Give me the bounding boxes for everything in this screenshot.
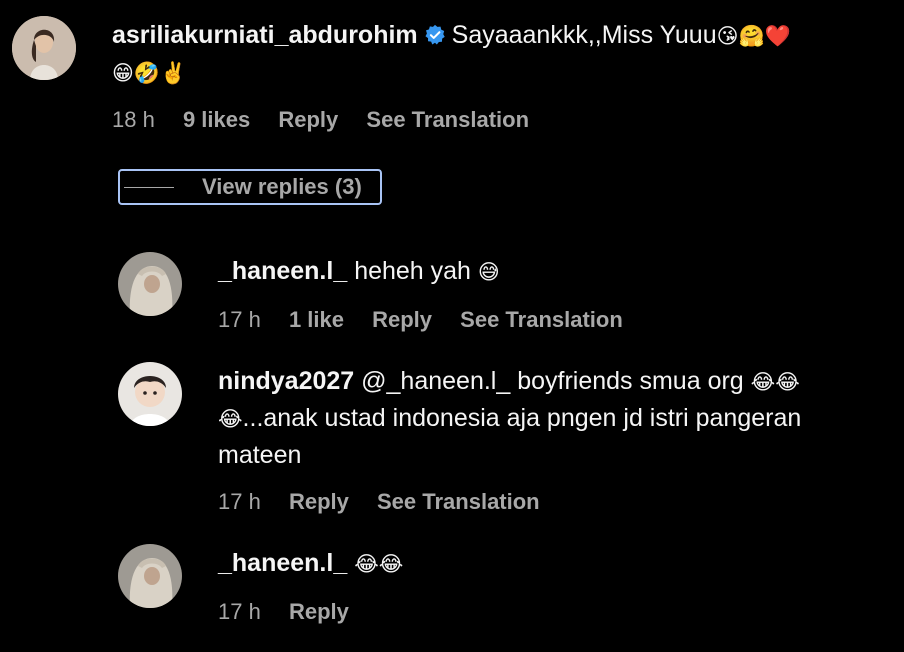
comment-username[interactable]: asriliakurniati_abdurohim	[112, 21, 418, 49]
woman-avatar-icon	[12, 16, 76, 80]
child-avatar-icon	[118, 362, 182, 426]
verified-badge-icon	[425, 24, 445, 45]
reply-button[interactable]: Reply	[289, 599, 349, 624]
hijab-avatar-icon	[118, 252, 182, 316]
reply-meta: 17 h 1 like Reply See Translation	[218, 305, 645, 335]
view-replies-button[interactable]: View replies (3)	[118, 169, 382, 205]
reply-button[interactable]: Reply	[372, 307, 432, 332]
comment-body: asriliakurniati_abdurohim Sayaaankkk,,Mi…	[112, 17, 892, 91]
reply-likes[interactable]: 1 like	[289, 307, 344, 332]
reply-meta: 17 h Reply	[218, 597, 371, 627]
comment-time: 18 h	[112, 107, 155, 132]
comment-emoji-line2: 😁🤣✌️	[112, 61, 187, 85]
view-replies-label: View replies (3)	[202, 174, 362, 199]
reply-time: 17 h	[218, 489, 261, 514]
reply-time: 17 h	[218, 599, 261, 624]
comment-likes[interactable]: 9 likes	[183, 107, 250, 132]
reply-button[interactable]: Reply	[278, 107, 338, 132]
comment-meta: 18 h 9 likes Reply See Translation	[112, 105, 551, 135]
comment-emoji: 😘🤗❤️	[716, 24, 791, 48]
see-translation-button[interactable]: See Translation	[366, 107, 529, 132]
reply-text-line2: ...anak ustad indonesia aja pngen jd ist…	[242, 404, 802, 432]
hijab-avatar-icon	[118, 544, 182, 608]
reply-username[interactable]: _haneen.l_	[218, 257, 347, 285]
reply-emoji: 😂😂	[750, 370, 800, 394]
reply-emoji: 😅	[477, 260, 500, 284]
avatar[interactable]	[12, 16, 76, 80]
avatar[interactable]	[118, 252, 182, 316]
reply-emoji: 😂😂	[354, 552, 404, 576]
reply-body: nindya2027 @_haneen.l_ boyfriends smua o…	[218, 363, 898, 473]
reply-username[interactable]: _haneen.l_	[218, 549, 347, 577]
reply-emoji-line2: 😂	[218, 407, 243, 431]
see-translation-button[interactable]: See Translation	[377, 489, 540, 514]
reply-button[interactable]: Reply	[289, 489, 349, 514]
reply-meta: 17 h Reply See Translation	[218, 487, 562, 517]
avatar[interactable]	[118, 544, 182, 608]
reply-body: _haneen.l_ heheh yah 😅	[218, 253, 500, 290]
see-translation-button[interactable]: See Translation	[460, 307, 623, 332]
reply-text-line3: mateen	[218, 441, 302, 469]
reply-time: 17 h	[218, 307, 261, 332]
reply-username[interactable]: nindya2027	[218, 367, 354, 395]
reply-text: heheh yah	[354, 257, 471, 285]
reply-text: @_haneen.l_ boyfriends smua org	[361, 367, 744, 395]
reply-body: _haneen.l_ 😂😂	[218, 545, 403, 582]
divider-line	[124, 186, 174, 188]
comment-text: Sayaaankkk,,Miss Yuuu	[451, 21, 717, 49]
avatar[interactable]	[118, 362, 182, 426]
